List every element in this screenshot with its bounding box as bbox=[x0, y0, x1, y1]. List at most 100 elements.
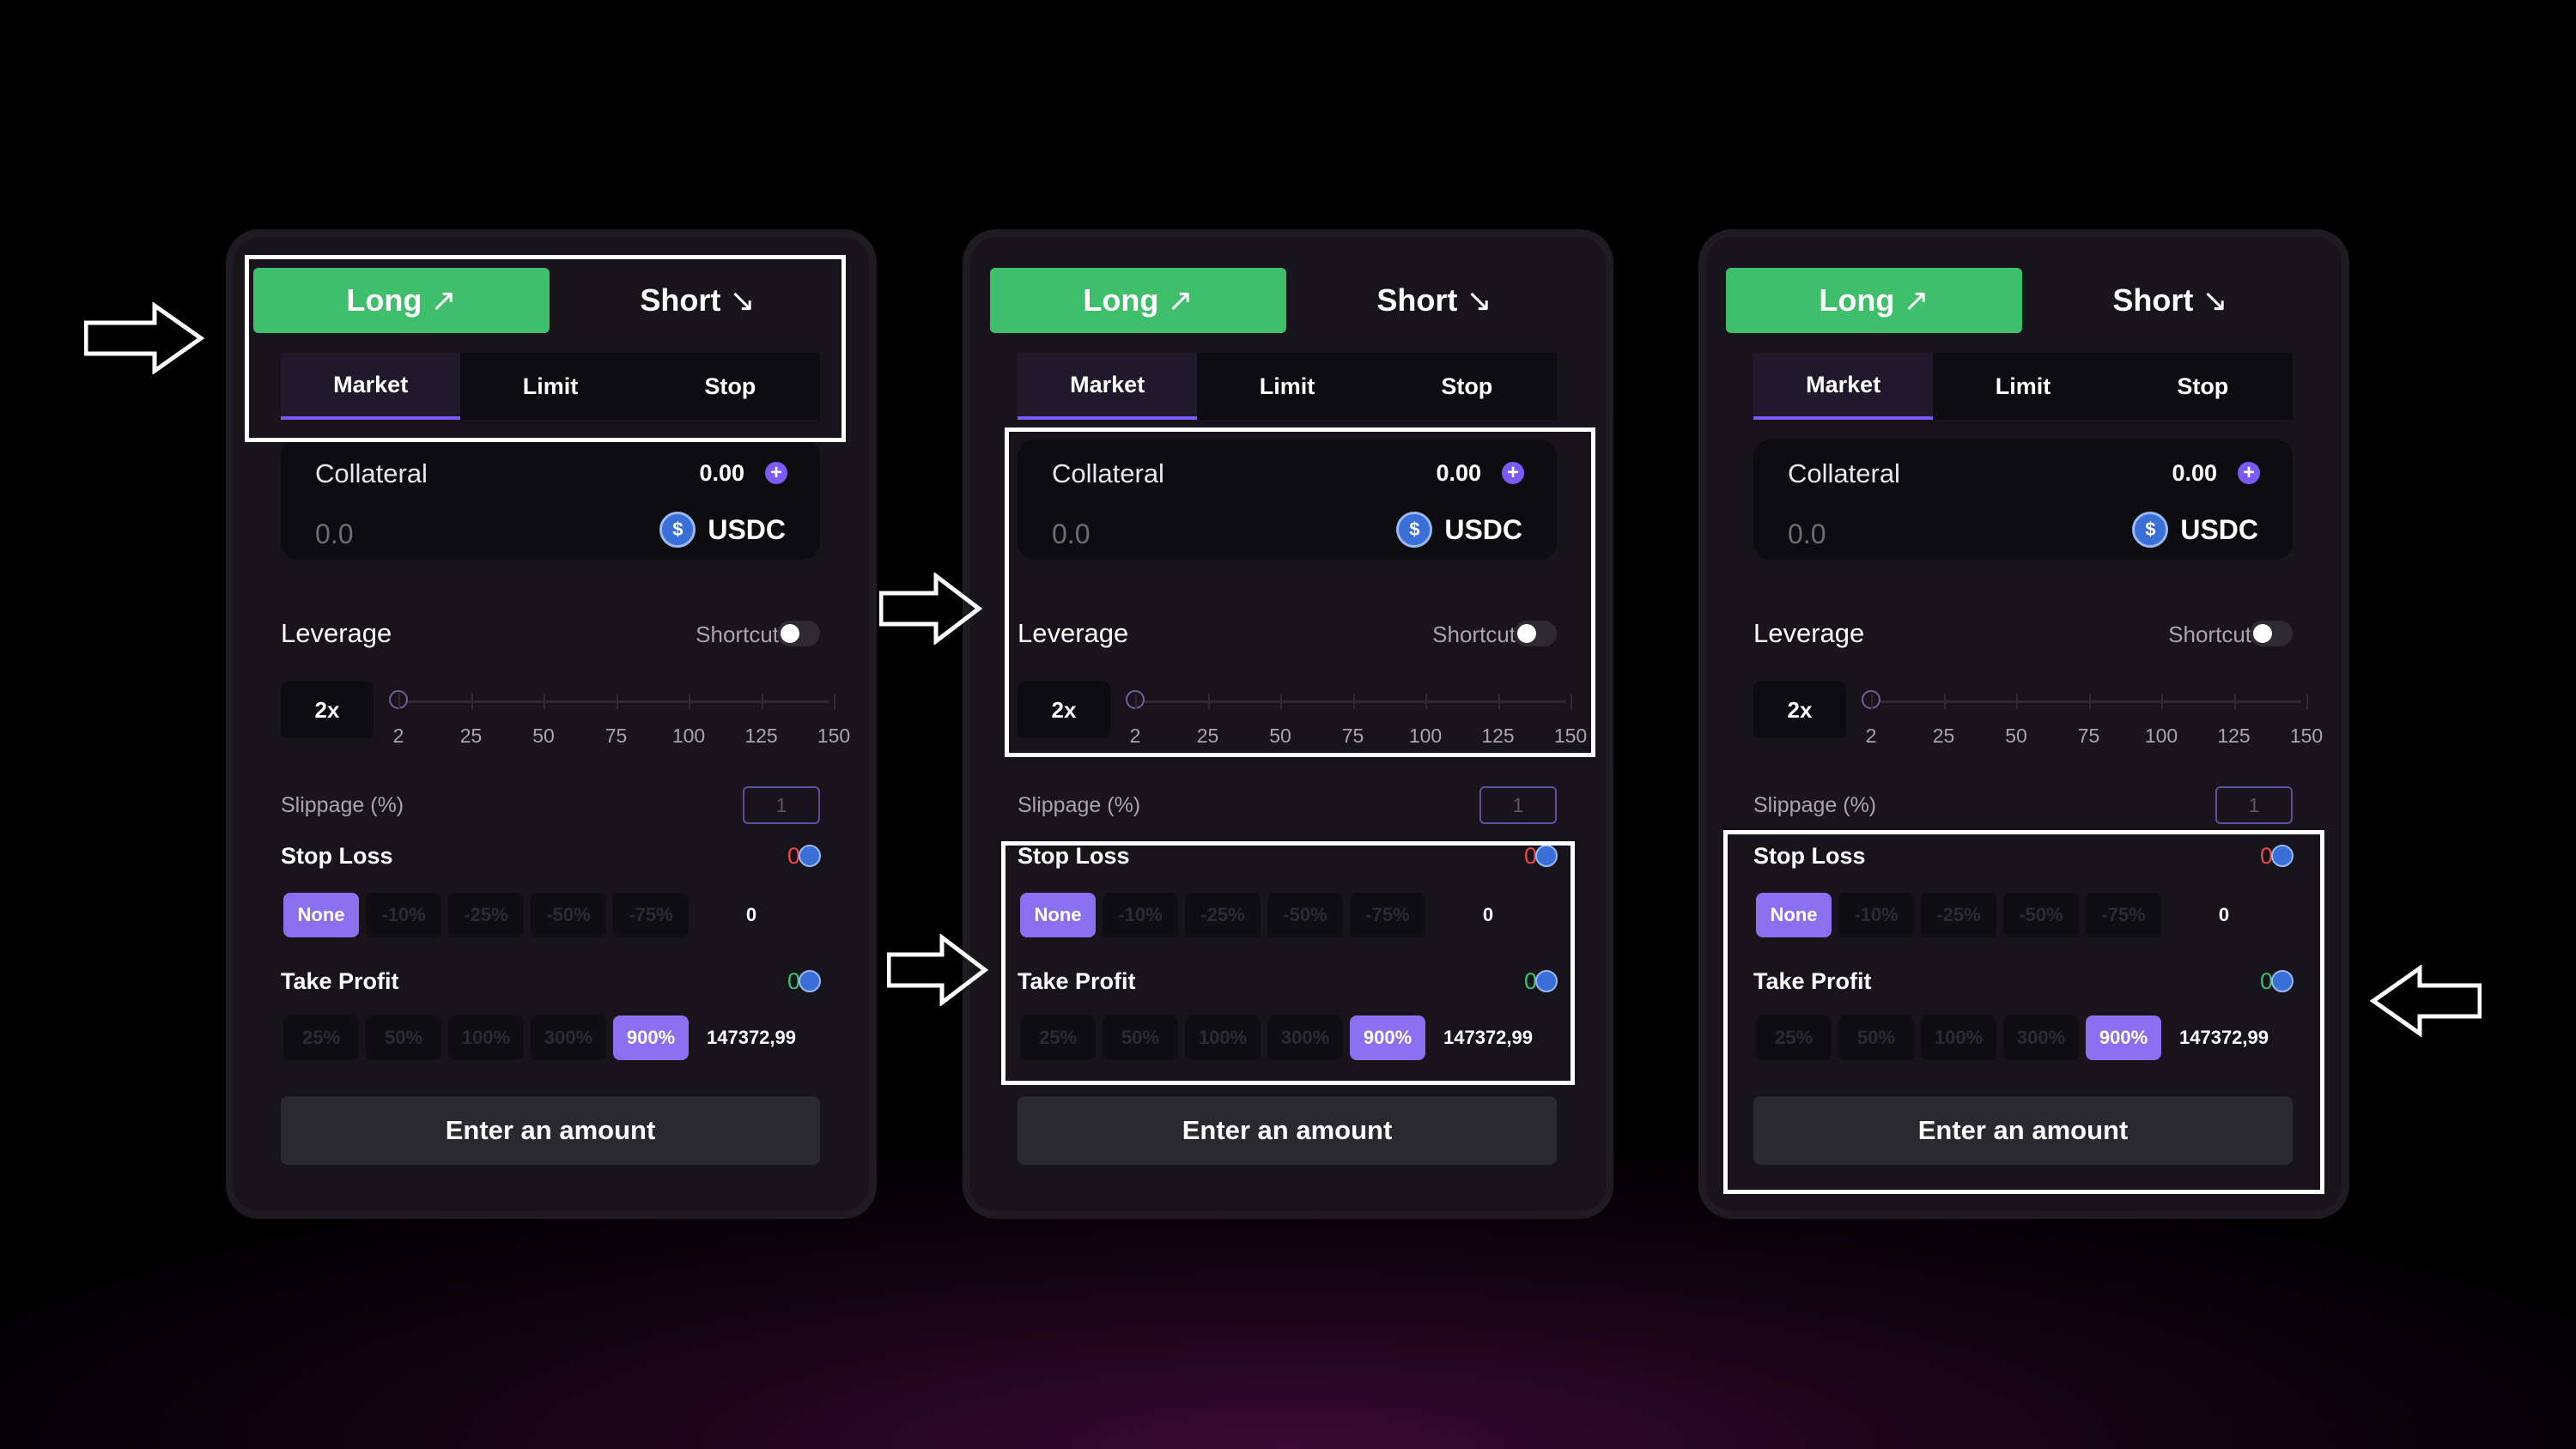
tab-limit[interactable]: Limit bbox=[1933, 353, 2112, 420]
order-type-tabs: Market Limit Stop bbox=[1753, 353, 2293, 420]
tab-short[interactable]: Short ↘ bbox=[550, 268, 846, 333]
tp-option[interactable]: 100% bbox=[1185, 1016, 1261, 1060]
tab-stop[interactable]: Stop bbox=[2113, 353, 2293, 420]
leverage-slider-track[interactable] bbox=[1133, 700, 1565, 703]
tab-long[interactable]: Long ↗ bbox=[990, 268, 1286, 333]
right-arrow-icon bbox=[84, 302, 204, 374]
slider-tick-label: 2 bbox=[1129, 724, 1141, 747]
enter-amount-button[interactable]: Enter an amount bbox=[1753, 1096, 2293, 1165]
shortcut-toggle[interactable] bbox=[777, 621, 820, 646]
sl-option[interactable]: -10% bbox=[366, 893, 441, 937]
take-profit-options: 25% 50% 100% 300% 900% 147372,99 bbox=[1020, 1016, 1544, 1060]
slippage-input[interactable]: 1 bbox=[1479, 786, 1557, 824]
sl-amount[interactable]: 0 bbox=[696, 893, 807, 937]
sl-option[interactable]: None bbox=[1756, 893, 1832, 937]
sl-amount[interactable]: 0 bbox=[2168, 893, 2280, 937]
tp-option[interactable]: 900% bbox=[2086, 1016, 2161, 1060]
tp-option[interactable]: 25% bbox=[283, 1016, 359, 1060]
sl-option[interactable]: None bbox=[283, 893, 359, 937]
usdc-icon bbox=[2271, 845, 2293, 867]
collateral-input[interactable]: 0.0 bbox=[315, 518, 353, 550]
sl-option[interactable]: -50% bbox=[2003, 893, 2079, 937]
leverage-slider-track[interactable] bbox=[1869, 700, 2301, 703]
slider-tick bbox=[1352, 694, 1355, 709]
tp-amount[interactable]: 147372,99 bbox=[2168, 1016, 2280, 1060]
sl-option[interactable]: -10% bbox=[1838, 893, 1914, 937]
tab-market[interactable]: Market bbox=[1753, 353, 1934, 420]
sl-option[interactable]: -50% bbox=[531, 893, 606, 937]
enter-amount-button[interactable]: Enter an amount bbox=[281, 1096, 820, 1165]
slippage-label: Slippage (%) bbox=[1018, 793, 1141, 817]
tab-stop[interactable]: Stop bbox=[1377, 353, 1557, 420]
tp-option[interactable]: 900% bbox=[1350, 1016, 1425, 1060]
tab-short[interactable]: Short ↘ bbox=[2022, 268, 2318, 333]
plus-icon[interactable]: + bbox=[765, 462, 787, 484]
tab-limit[interactable]: Limit bbox=[1197, 353, 1376, 420]
order-type-tabs: Market Limit Stop bbox=[1018, 353, 1557, 420]
token-name: USDC bbox=[1444, 513, 1522, 545]
tab-long[interactable]: Long ↗ bbox=[1726, 268, 2022, 333]
tab-long[interactable]: Long ↗ bbox=[253, 268, 550, 333]
slider-tick-label: 100 bbox=[671, 724, 706, 747]
left-arrow-icon bbox=[2370, 965, 2482, 1037]
sl-amount[interactable]: 0 bbox=[1432, 893, 1544, 937]
token-selector[interactable]: $ USDC bbox=[2132, 512, 2258, 548]
tab-limit[interactable]: Limit bbox=[460, 353, 640, 420]
tab-stop[interactable]: Stop bbox=[641, 353, 820, 420]
tp-option[interactable]: 50% bbox=[1838, 1016, 1914, 1060]
tp-option[interactable]: 100% bbox=[448, 1016, 524, 1060]
sl-option[interactable]: -25% bbox=[448, 893, 524, 937]
sl-option[interactable]: -25% bbox=[1921, 893, 1996, 937]
tab-market[interactable]: Market bbox=[281, 353, 461, 420]
slider-tick bbox=[1871, 694, 1873, 709]
arrow-down-right-icon: ↘ bbox=[729, 282, 756, 318]
take-profit-options: 25% 50% 100% 300% 900% 147372,99 bbox=[1756, 1016, 2280, 1060]
sl-option[interactable]: -25% bbox=[1185, 893, 1261, 937]
sl-option[interactable]: -75% bbox=[1350, 893, 1425, 937]
tab-long-label: Long bbox=[1819, 282, 1895, 318]
tp-option[interactable]: 100% bbox=[1921, 1016, 1996, 1060]
slider-tick-label: 25 bbox=[459, 724, 483, 747]
right-arrow-icon bbox=[879, 573, 982, 645]
tp-option[interactable]: 25% bbox=[1756, 1016, 1832, 1060]
plus-icon[interactable]: + bbox=[1502, 462, 1524, 484]
tp-option[interactable]: 300% bbox=[531, 1016, 606, 1060]
shortcut-toggle[interactable] bbox=[1514, 621, 1557, 646]
tp-option[interactable]: 300% bbox=[1267, 1016, 1343, 1060]
tp-option[interactable]: 300% bbox=[2003, 1016, 2079, 1060]
tp-option[interactable]: 50% bbox=[366, 1016, 441, 1060]
usdc-icon bbox=[1535, 845, 1558, 867]
slippage-input[interactable]: 1 bbox=[2215, 786, 2293, 824]
slider-tick bbox=[2016, 694, 2018, 709]
collateral-input[interactable]: 0.0 bbox=[1052, 518, 1090, 550]
slider-tick bbox=[761, 694, 763, 709]
leverage-slider-track[interactable] bbox=[397, 700, 829, 703]
sl-option[interactable]: -75% bbox=[613, 893, 689, 937]
toggle-knob bbox=[2253, 624, 2272, 643]
tab-market[interactable]: Market bbox=[1018, 353, 1198, 420]
tp-option[interactable]: 50% bbox=[1103, 1016, 1178, 1060]
leverage-value[interactable]: 2x bbox=[1018, 682, 1110, 738]
tp-option[interactable]: 900% bbox=[613, 1016, 689, 1060]
collateral-input[interactable]: 0.0 bbox=[1788, 518, 1826, 550]
tab-short[interactable]: Short ↘ bbox=[1286, 268, 1583, 333]
sl-option[interactable]: None bbox=[1020, 893, 1096, 937]
slider-tick bbox=[834, 694, 835, 709]
plus-icon[interactable]: + bbox=[2238, 462, 2260, 484]
sl-option[interactable]: -75% bbox=[2086, 893, 2161, 937]
tp-option[interactable]: 25% bbox=[1020, 1016, 1096, 1060]
tp-amount[interactable]: 147372,99 bbox=[1432, 1016, 1544, 1060]
shortcut-toggle[interactable] bbox=[2250, 621, 2293, 646]
slippage-input[interactable]: 1 bbox=[743, 786, 820, 824]
sl-option[interactable]: -50% bbox=[1267, 893, 1343, 937]
leverage-label: Leverage bbox=[281, 618, 392, 648]
enter-amount-button[interactable]: Enter an amount bbox=[1018, 1096, 1557, 1165]
token-selector[interactable]: $ USDC bbox=[659, 512, 786, 548]
leverage-value[interactable]: 2x bbox=[1753, 682, 1846, 738]
token-selector[interactable]: $ USDC bbox=[1396, 512, 1522, 548]
tp-amount[interactable]: 147372,99 bbox=[696, 1016, 807, 1060]
leverage-value[interactable]: 2x bbox=[281, 682, 374, 738]
sl-option[interactable]: -10% bbox=[1103, 893, 1178, 937]
leverage-label: Leverage bbox=[1753, 618, 1865, 648]
usdc-icon: $ bbox=[1396, 512, 1433, 548]
